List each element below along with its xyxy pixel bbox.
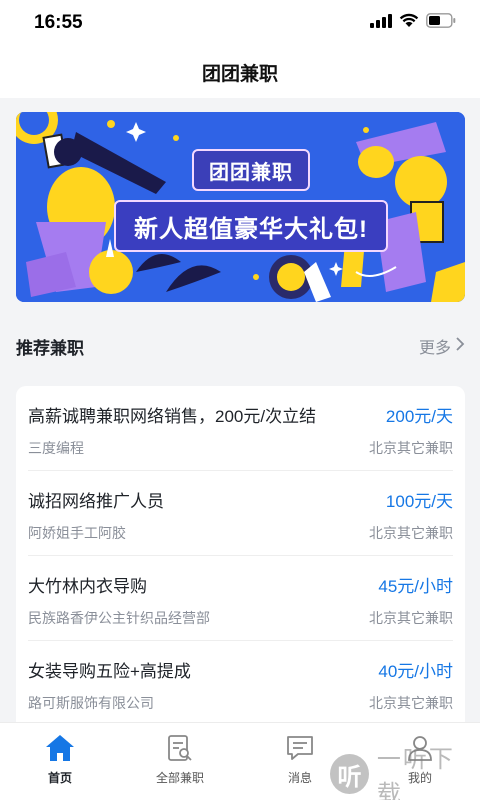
job-location: 北京其它兼职 xyxy=(369,610,453,626)
job-list-icon xyxy=(165,733,195,763)
job-salary: 200元/天 xyxy=(385,407,453,426)
tab-label: 全部兼职 xyxy=(155,771,204,785)
chevron-right-icon xyxy=(455,336,465,356)
job-list: 高薪诚聘兼职网络销售，200元/次立结 200元/天 三度编程 北京其它兼职 诚… xyxy=(16,386,465,736)
tab-label: 首页 xyxy=(47,771,72,785)
status-time: 16:55 xyxy=(34,12,83,33)
tab-label: 消息 xyxy=(287,771,312,785)
job-salary: 45元/小时 xyxy=(378,577,453,596)
tab-home[interactable]: 首页 xyxy=(0,723,120,800)
signal-icon xyxy=(370,13,392,33)
message-icon xyxy=(285,733,315,763)
job-title: 大竹林内衣导购 xyxy=(28,577,147,596)
promo-banner[interactable]: 团团兼职 新人超值豪华大礼包! xyxy=(16,112,465,302)
job-company: 三度编程 xyxy=(28,440,84,456)
recommended-jobs-header: 推荐兼职 更多 xyxy=(16,326,465,366)
banner-slogan: 新人超值豪华大礼包! xyxy=(114,200,388,252)
job-list-item[interactable]: 高薪诚聘兼职网络销售，200元/次立结 200元/天 三度编程 北京其它兼职 xyxy=(28,386,453,471)
job-location: 北京其它兼职 xyxy=(369,525,453,541)
job-list-item[interactable]: 诚招网络推广人员 100元/天 阿娇姐手工阿胶 北京其它兼职 xyxy=(28,471,453,556)
job-title: 高薪诚聘兼职网络销售，200元/次立结 xyxy=(28,407,317,426)
page-title: 团团兼职 xyxy=(201,63,278,85)
watermark-text: 一听下载 xyxy=(376,746,455,800)
job-company: 阿娇姐手工阿胶 xyxy=(28,525,126,541)
watermark-logo: 听 xyxy=(330,754,369,794)
job-title: 诚招网络推广人员 xyxy=(28,492,164,511)
watermark: 听 一听下载 xyxy=(330,746,478,800)
battery-icon xyxy=(426,13,456,33)
section-title: 推荐兼职 xyxy=(16,338,84,358)
more-label: 更多 xyxy=(418,340,451,357)
home-icon xyxy=(45,733,75,763)
job-salary: 40元/小时 xyxy=(378,662,453,681)
status-bar: 16:55 xyxy=(0,0,480,46)
status-icons xyxy=(370,13,456,33)
job-title: 女装导购五险+高提成 xyxy=(28,662,191,681)
more-link[interactable]: 更多 xyxy=(419,334,465,358)
job-location: 北京其它兼职 xyxy=(369,695,453,711)
job-company: 路可斯服饰有限公司 xyxy=(28,695,154,711)
tab-all-jobs[interactable]: 全部兼职 xyxy=(120,723,240,800)
job-list-item[interactable]: 大竹林内衣导购 45元/小时 民族路香伊公主针织品经营部 北京其它兼职 xyxy=(28,556,453,641)
job-location: 北京其它兼职 xyxy=(369,440,453,456)
job-list-item[interactable]: 女装导购五险+高提成 40元/小时 路可斯服饰有限公司 北京其它兼职 xyxy=(28,641,453,726)
job-company: 民族路香伊公主针织品经营部 xyxy=(28,610,210,626)
wifi-icon xyxy=(399,13,419,33)
banner-brand-tag: 团团兼职 xyxy=(192,149,310,191)
navigation-bar: 团团兼职 xyxy=(0,46,480,98)
job-salary: 100元/天 xyxy=(385,492,453,511)
